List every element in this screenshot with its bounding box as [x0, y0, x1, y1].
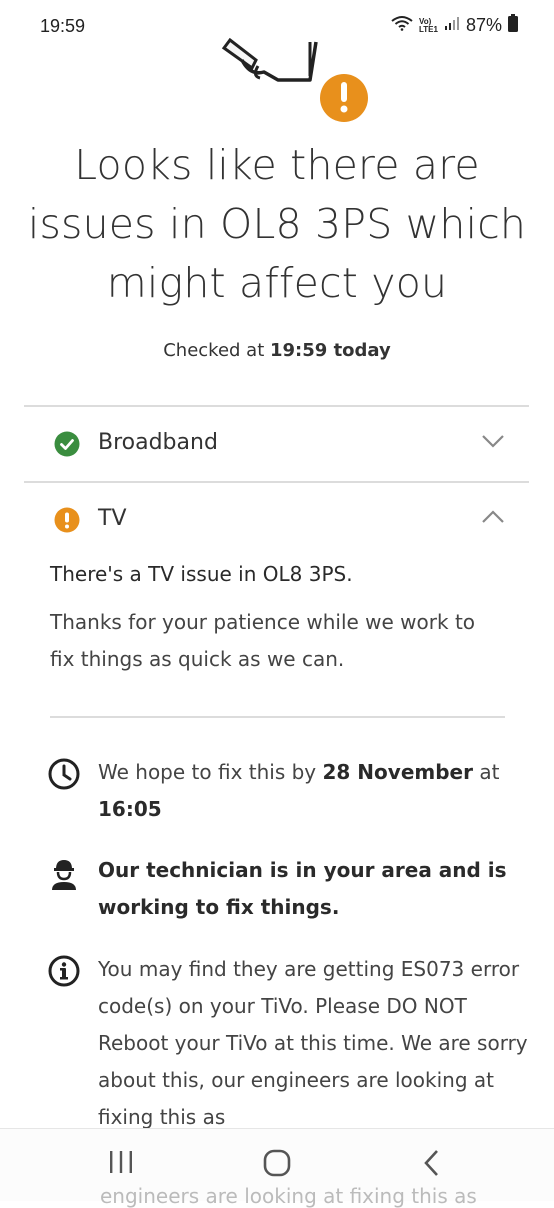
warning-circle-icon	[54, 507, 80, 537]
battery-percent: 87%	[465, 15, 502, 35]
divider	[50, 716, 505, 718]
page-title: Looks like there are issues in OL8 3PS w…	[27, 141, 527, 307]
tivo-note-text: You may find they are getting ES073 erro…	[98, 957, 528, 1129]
signal-icon	[444, 15, 460, 36]
info-icon	[48, 955, 80, 991]
home-button[interactable]	[263, 1149, 291, 1181]
tv-issue-body: Thanks for your patience while we work t…	[50, 610, 476, 671]
tv-warning-illustration	[200, 36, 380, 130]
status-icons: Vo) LTE1 87%	[391, 14, 518, 37]
scrolled-text-behind-nav: engineers are looking at fixing this as	[100, 1184, 477, 1208]
technician-text: Our technician is in your area and is wo…	[98, 858, 507, 919]
accordion-label-broadband: Broadband	[98, 430, 218, 455]
clock-icon	[48, 758, 80, 794]
check-circle-icon	[54, 431, 80, 461]
tv-issue-heading: There's a TV issue in OL8 3PS.	[50, 562, 353, 586]
chevron-up-icon[interactable]	[481, 509, 505, 528]
checked-at-text: Checked at 19:59 today	[0, 340, 554, 361]
chevron-down-icon[interactable]	[481, 433, 505, 452]
accordion-tv[interactable]: TV	[24, 483, 529, 557]
status-time: 19:59	[40, 16, 86, 36]
checked-time: 19:59 today	[270, 340, 391, 361]
technician-icon	[48, 856, 80, 896]
wifi-icon	[391, 15, 413, 36]
fix-estimate-text: We hope to fix this by 28 November at 16…	[98, 760, 500, 821]
volte-indicator: Vo) LTE1	[419, 16, 438, 34]
back-button[interactable]	[422, 1149, 442, 1181]
checked-prefix: Checked at	[163, 340, 270, 361]
accordion-label-tv: TV	[98, 506, 127, 531]
battery-icon	[508, 14, 518, 37]
accordion-broadband[interactable]: Broadband	[24, 407, 529, 481]
recent-apps-button[interactable]	[108, 1149, 134, 1179]
